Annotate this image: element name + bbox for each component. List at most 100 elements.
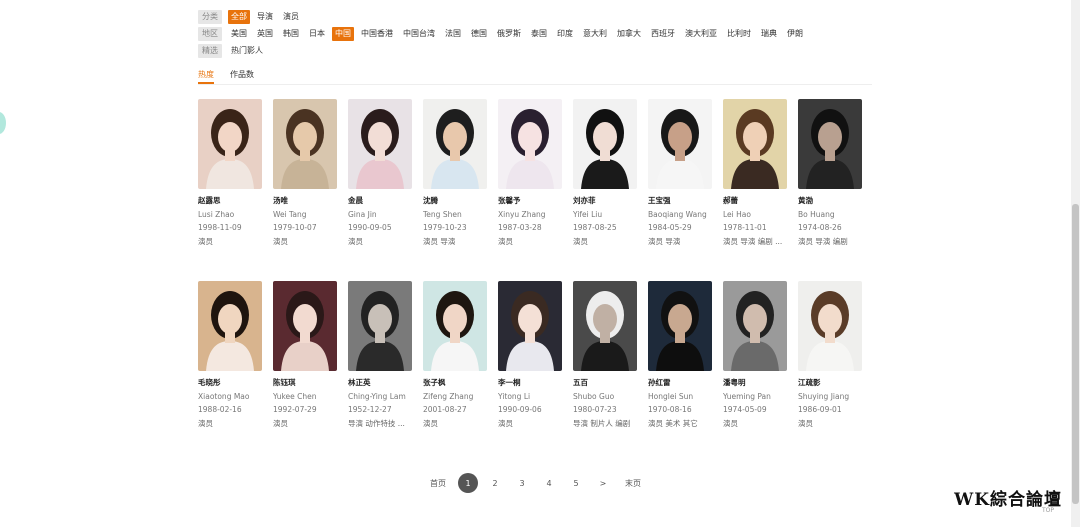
filter-option-region[interactable]: 德国: [468, 27, 490, 41]
filter-option-region[interactable]: 泰国: [528, 27, 550, 41]
person-photo[interactable]: [573, 281, 637, 371]
person-name[interactable]: 孙红雷: [648, 376, 712, 390]
person-card[interactable]: 张子枫 Zifeng Zhang 2001-08-27 演员: [423, 281, 487, 430]
person-card[interactable]: 李一桐 Yitong Li 1990-09-06 演员: [498, 281, 562, 430]
person-name[interactable]: 刘亦菲: [573, 194, 637, 208]
person-photo[interactable]: [648, 99, 712, 189]
filter-option-category[interactable]: 演员: [280, 10, 302, 24]
person-photo[interactable]: [198, 99, 262, 189]
person-photo[interactable]: [723, 99, 787, 189]
filter-option-region[interactable]: 中国: [332, 26, 354, 41]
person-english-name: Yukee Chen: [273, 391, 317, 401]
person-name[interactable]: 赵露思: [198, 194, 262, 208]
person-card[interactable]: 林正英 Ching-Ying Lam 1952-12-27 导演 动作特技 ...: [348, 281, 412, 430]
filter-option-region[interactable]: 中国台湾: [400, 27, 438, 41]
person-photo[interactable]: [798, 99, 862, 189]
person-name[interactable]: 金晨: [348, 194, 412, 208]
person-card[interactable]: 孙红雷 Honglei Sun 1970-08-16 演员 美术 其它: [648, 281, 712, 430]
back-to-top-link[interactable]: TOP: [1042, 507, 1054, 514]
filter-option-region[interactable]: 比利时: [724, 27, 754, 41]
person-birthdate: 1974-05-09: [723, 405, 767, 414]
person-roles: 演员: [273, 236, 288, 246]
person-name[interactable]: 陈钰琪: [273, 376, 337, 390]
person-photo[interactable]: [573, 99, 637, 189]
first-page-button[interactable]: 首页: [425, 473, 451, 493]
person-name[interactable]: 汤唯: [273, 194, 337, 208]
side-float-button[interactable]: [0, 112, 6, 134]
page-number-button[interactable]: 1: [458, 473, 478, 493]
page-number-button[interactable]: 3: [512, 473, 532, 493]
person-name[interactable]: 潘粤明: [723, 376, 787, 390]
person-card[interactable]: 金晨 Gina Jin 1990-09-05 演员: [348, 99, 412, 248]
person-photo[interactable]: [498, 99, 562, 189]
filter-option-region[interactable]: 西班牙: [648, 27, 678, 41]
filter-option-region[interactable]: 印度: [554, 27, 576, 41]
person-name[interactable]: 张馨予: [498, 194, 562, 208]
person-english-name: Shubo Guo: [573, 391, 615, 401]
filter-option-region[interactable]: 中国香港: [358, 27, 396, 41]
person-photo[interactable]: [423, 281, 487, 371]
person-english-name: Xinyu Zhang: [498, 209, 546, 219]
person-card[interactable]: 毛晓彤 Xiaotong Mao 1988-02-16 演员: [198, 281, 262, 430]
person-photo[interactable]: [723, 281, 787, 371]
page-number-button[interactable]: 4: [539, 473, 559, 493]
filter-option-region[interactable]: 法国: [442, 27, 464, 41]
person-photo[interactable]: [348, 281, 412, 371]
person-card[interactable]: 沈腾 Teng Shen 1979-10-23 演员 导演: [423, 99, 487, 248]
filter-option-region[interactable]: 俄罗斯: [494, 27, 524, 41]
person-name[interactable]: 李一桐: [498, 376, 562, 390]
person-photo[interactable]: [273, 281, 337, 371]
filter-option-region[interactable]: 意大利: [580, 27, 610, 41]
person-photo[interactable]: [273, 99, 337, 189]
filter-option-region[interactable]: 伊朗: [784, 27, 806, 41]
person-card[interactable]: 张馨予 Xinyu Zhang 1987-03-28 演员: [498, 99, 562, 248]
person-english-name: Teng Shen: [423, 209, 462, 219]
filter-option-region[interactable]: 美国: [228, 27, 250, 41]
person-name[interactable]: 郝蕾: [723, 194, 787, 208]
person-name[interactable]: 黄渤: [798, 194, 862, 208]
person-card[interactable]: 五百 Shubo Guo 1980-07-23 导演 制片人 编剧: [573, 281, 637, 430]
person-name[interactable]: 林正英: [348, 376, 412, 390]
filter-option-region[interactable]: 瑞典: [758, 27, 780, 41]
next-page-button[interactable]: >: [593, 473, 613, 493]
person-card[interactable]: 刘亦菲 Yifei Liu 1987-08-25 演员: [573, 99, 637, 248]
person-name[interactable]: 江疏影: [798, 376, 862, 390]
person-photo[interactable]: [648, 281, 712, 371]
person-card[interactable]: 汤唯 Wei Tang 1979-10-07 演员: [273, 99, 337, 248]
filter-option-category[interactable]: 导演: [254, 10, 276, 24]
tab-sort-0[interactable]: 热度: [198, 69, 214, 84]
person-photo[interactable]: [423, 99, 487, 189]
person-card[interactable]: 黄渤 Bo Huang 1974-08-26 演员 导演 编剧: [798, 99, 862, 248]
person-card[interactable]: 陈钰琪 Yukee Chen 1992-07-29 演员: [273, 281, 337, 430]
scrollbar-track[interactable]: [1071, 0, 1080, 527]
person-name[interactable]: 毛晓彤: [198, 376, 262, 390]
filter-option-featured[interactable]: 热门影人: [228, 44, 266, 58]
person-english-name: Lei Hao: [723, 209, 751, 219]
person-photo[interactable]: [798, 281, 862, 371]
sort-tabs: 热度 作品数: [198, 69, 872, 85]
last-page-button[interactable]: 末页: [620, 473, 646, 493]
person-card[interactable]: 郝蕾 Lei Hao 1978-11-01 演员 导演 编剧 ...: [723, 99, 787, 248]
person-card[interactable]: 赵露思 Lusi Zhao 1998-11-09 演员: [198, 99, 262, 248]
filter-option-region[interactable]: 澳大利亚: [682, 27, 720, 41]
filter-option-category[interactable]: 全部: [228, 9, 250, 24]
person-card[interactable]: 王宝强 Baoqiang Wang 1984-05-29 演员 导演: [648, 99, 712, 248]
person-photo[interactable]: [348, 99, 412, 189]
filter-option-region[interactable]: 英国: [254, 27, 276, 41]
person-roles: 演员: [723, 418, 738, 428]
filter-option-region[interactable]: 加拿大: [614, 27, 644, 41]
page-number-button[interactable]: 2: [485, 473, 505, 493]
person-photo[interactable]: [198, 281, 262, 371]
person-card[interactable]: 潘粤明 Yueming Pan 1974-05-09 演员: [723, 281, 787, 430]
filter-option-region[interactable]: 日本: [306, 27, 328, 41]
person-name[interactable]: 张子枫: [423, 376, 487, 390]
person-name[interactable]: 王宝强: [648, 194, 712, 208]
scrollbar-thumb[interactable]: [1072, 204, 1079, 504]
page-number-button[interactable]: 5: [566, 473, 586, 493]
person-photo[interactable]: [498, 281, 562, 371]
tab-sort-1[interactable]: 作品数: [230, 69, 254, 84]
person-name[interactable]: 沈腾: [423, 194, 487, 208]
person-card[interactable]: 江疏影 Shuying Jiang 1986-09-01 演员: [798, 281, 862, 430]
filter-option-region[interactable]: 韩国: [280, 27, 302, 41]
person-name[interactable]: 五百: [573, 376, 637, 390]
